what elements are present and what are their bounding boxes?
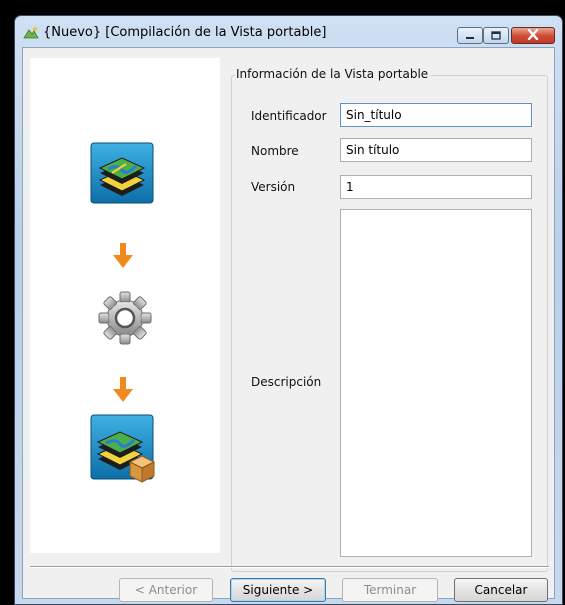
- maximize-icon: [491, 29, 501, 43]
- cancel-button[interactable]: Cancelar: [454, 578, 548, 602]
- map-layers-icon: [90, 142, 154, 207]
- portable-package-icon: [90, 414, 156, 487]
- wizard-illustration-panel: [30, 58, 220, 553]
- group-title: Información de la Vista portable: [235, 67, 432, 81]
- identifier-field[interactable]: [340, 103, 532, 127]
- previous-button[interactable]: < Anterior: [119, 578, 213, 602]
- description-field[interactable]: [340, 209, 532, 557]
- gear-icon: [95, 288, 155, 351]
- finish-button[interactable]: Terminar: [342, 578, 438, 602]
- name-label: Nombre: [251, 144, 299, 158]
- arrow-down-icon: [112, 243, 134, 272]
- version-field[interactable]: [340, 175, 532, 199]
- next-button[interactable]: Siguiente >: [230, 578, 326, 602]
- version-label: Versión: [251, 180, 296, 194]
- close-button[interactable]: [511, 27, 555, 44]
- name-field[interactable]: [340, 138, 532, 162]
- minimize-icon: [465, 29, 475, 43]
- window-title: {Nuevo} [Compilación de la Vista portabl…: [43, 25, 327, 40]
- maximize-button[interactable]: [483, 27, 509, 44]
- description-label: Descripción: [251, 375, 322, 389]
- arrow-down-icon: [112, 377, 134, 406]
- dialog-client-area: Información de la Vista portable Identif…: [22, 47, 555, 602]
- minimize-button[interactable]: [457, 27, 483, 44]
- title-bar[interactable]: {Nuevo} [Compilación de la Vista portabl…: [15, 16, 562, 48]
- close-icon: [527, 28, 539, 43]
- wizard-window: {Nuevo} [Compilación de la Vista portabl…: [14, 15, 563, 605]
- identifier-label: Identificador: [251, 109, 327, 123]
- button-divider: [30, 566, 549, 568]
- app-map-icon: [23, 26, 39, 40]
